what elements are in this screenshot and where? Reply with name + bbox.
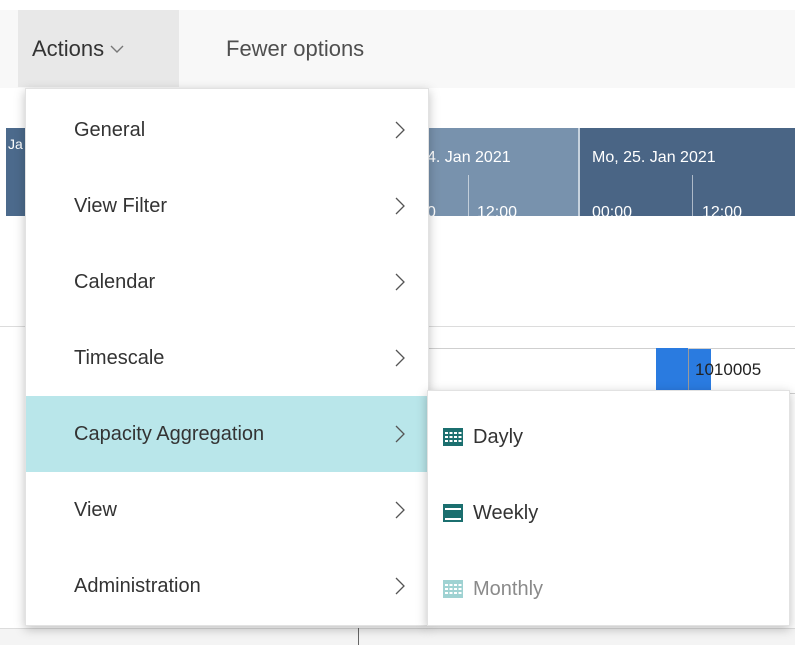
menu-item-label: Administration bbox=[74, 574, 201, 597]
chevron-right-icon bbox=[395, 349, 405, 367]
top-spacer bbox=[0, 0, 795, 10]
actions-menu: General View Filter Calendar Timescale C… bbox=[25, 88, 429, 626]
menu-item-label: Capacity Aggregation bbox=[74, 422, 265, 445]
chevron-right-icon bbox=[395, 577, 405, 595]
task-bar[interactable] bbox=[656, 348, 688, 392]
gantt-time-label: 12:00 bbox=[702, 204, 743, 221]
time-divider bbox=[468, 175, 469, 216]
menu-item-capacity-aggregation[interactable]: Capacity Aggregation bbox=[26, 396, 428, 472]
gantt-footer bbox=[0, 628, 795, 645]
calendar-week-icon bbox=[443, 504, 463, 522]
actions-button[interactable]: Actions bbox=[18, 10, 179, 87]
menu-item-calendar[interactable]: Calendar bbox=[26, 244, 428, 320]
command-bar: Actions Fewer options bbox=[0, 0, 795, 89]
fewer-options-button[interactable]: Fewer options bbox=[226, 10, 364, 87]
submenu-item-dayly[interactable]: Dayly bbox=[428, 399, 789, 475]
submenu-item-weekly[interactable]: Weekly bbox=[428, 475, 789, 551]
fewer-options-label: Fewer options bbox=[226, 35, 365, 61]
gantt-footer-divider bbox=[0, 628, 795, 629]
chevron-right-icon bbox=[395, 501, 405, 519]
chevron-right-icon bbox=[395, 197, 405, 215]
chevron-down-icon bbox=[110, 45, 124, 53]
capacity-aggregation-submenu: Dayly Weekly Monthly bbox=[427, 390, 790, 626]
menu-item-view[interactable]: View bbox=[26, 472, 428, 548]
task-tab bbox=[688, 331, 728, 348]
gantt-date-header: 4. Jan 2021 0 12:00 bbox=[427, 128, 578, 221]
time-divider bbox=[692, 175, 693, 216]
calendar-month-icon bbox=[443, 580, 463, 598]
submenu-item-label: Monthly bbox=[473, 577, 544, 600]
submenu-item-label: Weekly bbox=[473, 501, 539, 524]
task-bar-label[interactable]: 1010005 bbox=[688, 349, 795, 391]
menu-item-label: Calendar bbox=[74, 270, 156, 293]
chevron-right-icon bbox=[395, 273, 405, 291]
chevron-right-icon bbox=[395, 121, 405, 139]
menu-item-general[interactable]: General bbox=[26, 92, 428, 168]
submenu-item-label: Dayly bbox=[473, 425, 524, 448]
calendar-grid-icon bbox=[443, 428, 463, 446]
gantt-date-label: Mo, 25. Jan 2021 bbox=[592, 149, 716, 166]
gantt-time-label: 12:00 bbox=[477, 204, 518, 221]
menu-item-label: Timescale bbox=[74, 346, 165, 369]
gantt-date-header: Mo, 25. Jan 2021 00:00 12:00 bbox=[580, 128, 795, 221]
submenu-item-monthly: Monthly bbox=[428, 551, 789, 627]
menu-item-label: General bbox=[74, 118, 146, 141]
gantt-time-label: 00:00 bbox=[592, 204, 633, 221]
partial-date-label: Ja bbox=[8, 136, 23, 152]
chevron-right-icon bbox=[395, 425, 405, 443]
gantt-date-label: 4. Jan 2021 bbox=[427, 149, 511, 166]
menu-item-administration[interactable]: Administration bbox=[26, 548, 428, 624]
menu-item-label: View Filter bbox=[74, 194, 167, 217]
gantt-time-marker bbox=[358, 628, 359, 645]
gantt-date-header-partial: Ja bbox=[6, 128, 26, 216]
menu-item-label: View bbox=[74, 498, 117, 521]
actions-button-label: Actions bbox=[32, 35, 105, 61]
menu-item-timescale[interactable]: Timescale bbox=[26, 320, 428, 396]
menu-item-view-filter[interactable]: View Filter bbox=[26, 168, 428, 244]
